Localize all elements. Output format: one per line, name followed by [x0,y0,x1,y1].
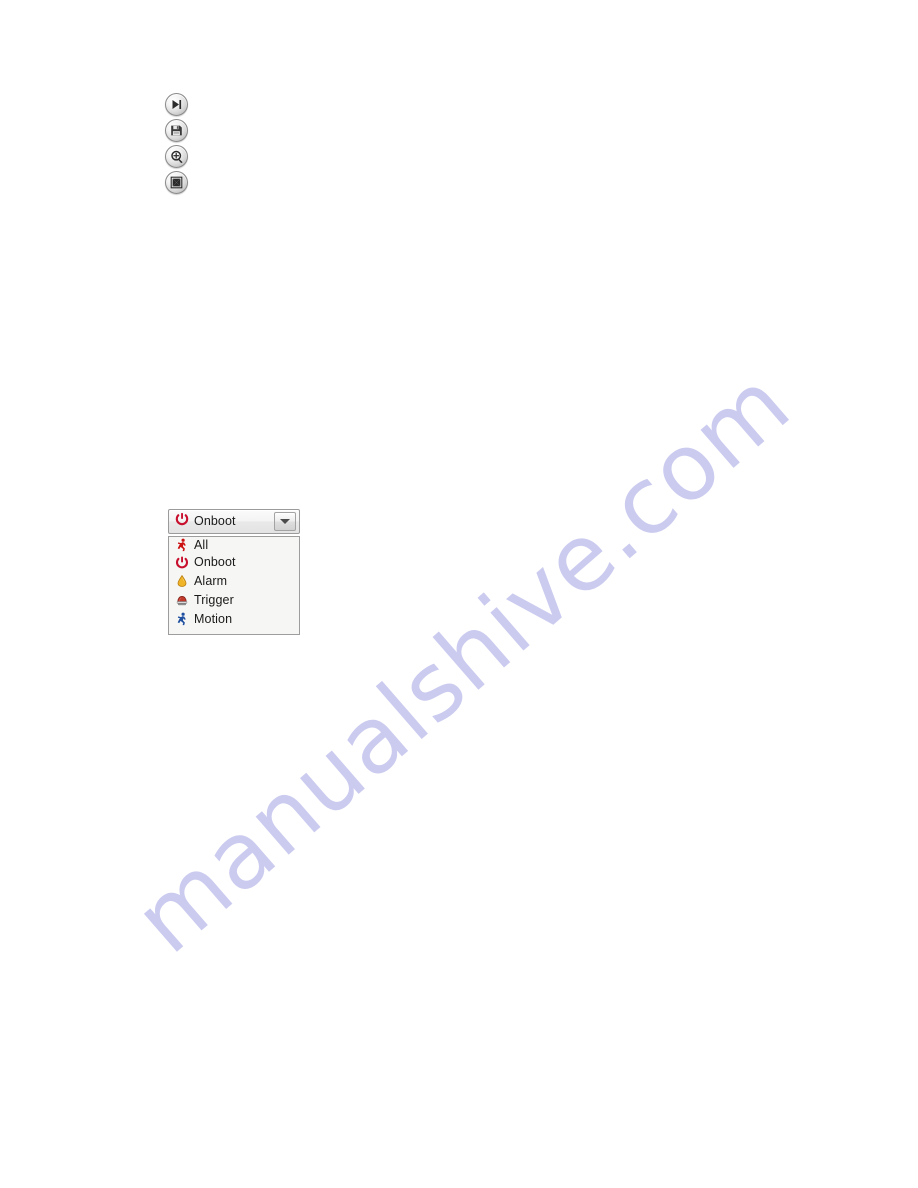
playback-toolbar [165,93,188,197]
event-type-option-trigger[interactable]: Trigger [169,590,299,609]
fullscreen-button[interactable] [165,171,188,194]
watermark-text: manualshive.com [114,349,811,974]
event-type-option-label: Trigger [194,592,234,607]
event-type-option-label: Motion [194,611,233,626]
person-running-icon [175,612,189,626]
event-type-option-motion[interactable]: Motion [169,609,299,628]
event-type-option-alarm[interactable]: Alarm [169,571,299,590]
watermark-layer: manualshive.com [0,0,918,1188]
zoom-in-button[interactable] [165,145,188,168]
next-frame-button[interactable] [165,93,188,116]
fullscreen-expand-icon [170,176,183,189]
save-button[interactable] [165,119,188,142]
next-frame-icon [170,98,183,111]
chevron-down-icon [280,519,290,524]
event-type-option-all[interactable]: All [169,537,299,552]
save-floppy-icon [170,124,183,137]
event-type-value-label: Onboot [194,514,236,529]
event-type-option-onboot[interactable]: Onboot [169,552,299,571]
event-type-dropdown-arrow-button[interactable] [274,512,296,531]
person-running-icon [175,538,189,552]
event-type-option-list: All Onboot Alarm Trigger Motion [168,536,300,635]
zoom-in-magnifier-icon [170,150,184,164]
power-icon [175,555,189,569]
event-type-dropdown[interactable]: Onboot [168,509,300,534]
event-type-selected-value: Onboot [169,512,274,531]
power-icon [175,512,189,531]
event-type-option-label: All [194,538,209,552]
bell-icon [175,574,189,588]
event-type-option-label: Onboot [194,554,236,569]
siren-icon [175,593,189,607]
event-type-option-label: Alarm [194,573,228,588]
